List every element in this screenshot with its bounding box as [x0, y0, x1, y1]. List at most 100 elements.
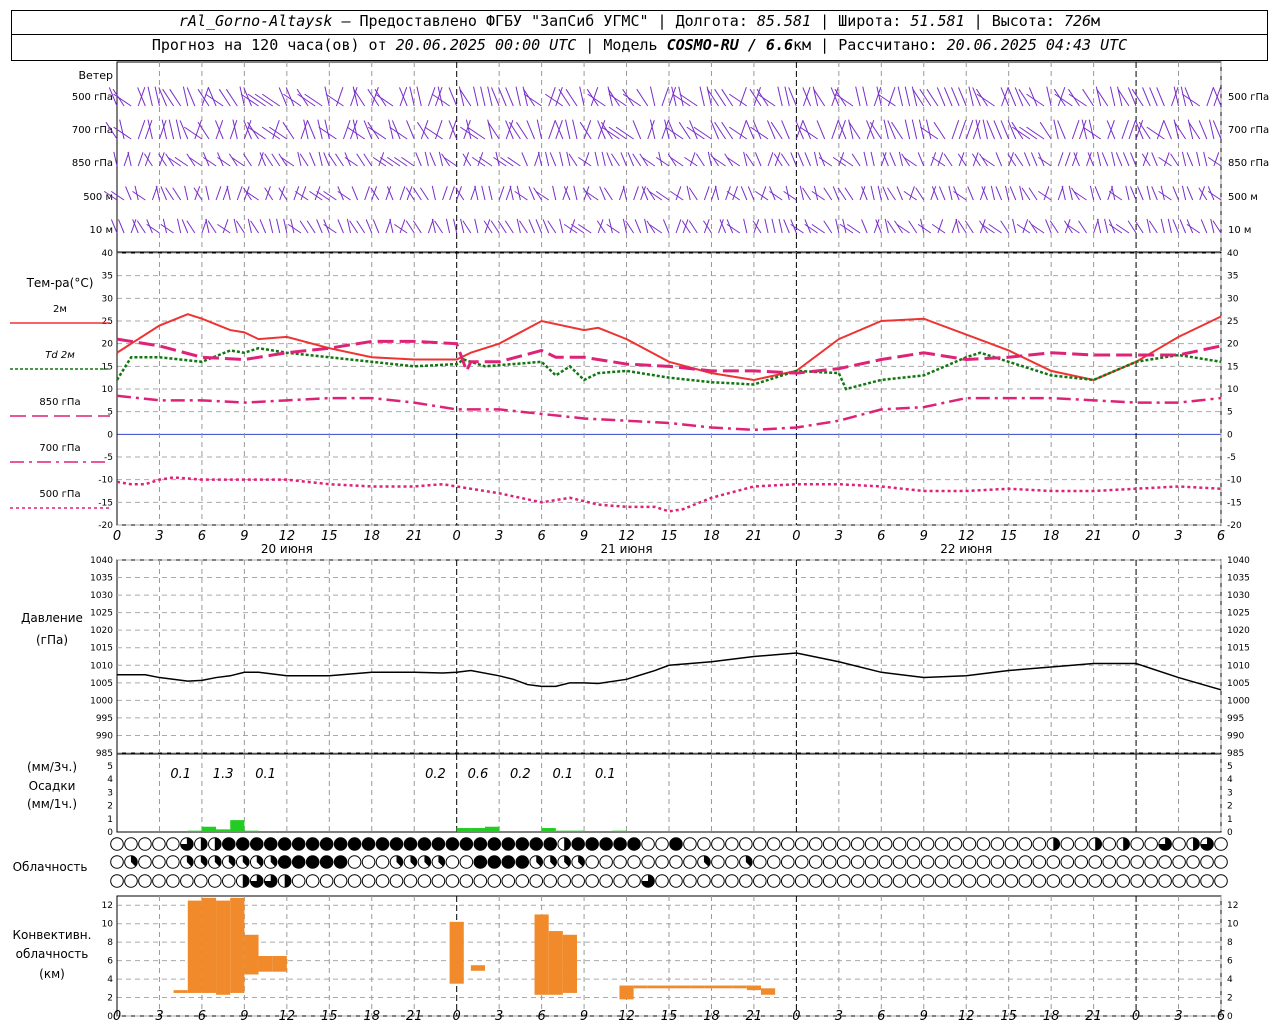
cloud-cover-symbol — [543, 874, 558, 888]
wind-barb — [917, 152, 925, 167]
cloud-cover-symbol — [375, 837, 390, 851]
wind-barb — [950, 87, 960, 107]
conv-cloud-bar — [449, 921, 464, 984]
cloud-cover-symbol — [767, 874, 781, 888]
wind-barb — [547, 220, 557, 234]
wind-barb — [573, 185, 578, 201]
cloud-cover-symbol — [1130, 874, 1144, 888]
cloud-cover-symbol — [641, 837, 655, 851]
precip-3h-label: 0.1 — [595, 767, 616, 782]
cloud-cover-symbol — [669, 874, 683, 888]
precip-ytick: 1 — [107, 815, 113, 825]
cloud-cover-symbol — [669, 837, 683, 851]
precip-ytick: 0 — [107, 828, 113, 838]
wind-barb — [202, 156, 217, 167]
cloud-cover-symbol — [529, 874, 544, 888]
cloud-cover-symbol — [599, 837, 613, 851]
pressure-ytick: 1020 — [90, 626, 113, 636]
x-hour-label-bottom: 0 — [792, 1009, 800, 1024]
cloud-cover-symbol — [1172, 855, 1186, 869]
x-hour-label: 15 — [661, 529, 678, 544]
wind-barb — [225, 88, 238, 107]
cloud-cover-symbol — [836, 837, 851, 851]
x-hour-label: 18 — [363, 529, 380, 544]
cloud-cover-symbol — [655, 855, 669, 869]
cloud-cover-symbol — [990, 837, 1005, 851]
temp-legend-label: 850 гПа — [39, 397, 80, 408]
pressure-ytick: 1000 — [90, 696, 113, 706]
wind-barb — [870, 185, 875, 201]
wind-barb — [743, 218, 748, 234]
cloud-cover-symbol — [501, 837, 516, 851]
wind-barb — [951, 120, 960, 140]
wind-barb — [915, 187, 925, 201]
wind-barb — [740, 186, 748, 201]
conv-cloud-bar — [173, 990, 188, 993]
cloud-cover-symbol — [1046, 874, 1061, 888]
wind-barb — [132, 190, 146, 201]
cloud-cover-symbol — [138, 837, 152, 851]
wind-barb — [887, 220, 896, 234]
cloud-cover-symbol — [277, 855, 292, 869]
cloud-cover-symbol — [739, 855, 753, 869]
wind-barb — [460, 126, 479, 140]
temp-legend-label: Td 2м — [45, 350, 75, 361]
wind-barb — [1026, 126, 1045, 140]
temp-ytick-right: 0 — [1227, 430, 1233, 440]
conv-cloud-bar — [718, 985, 733, 989]
cloud-cover-symbol — [1144, 874, 1158, 888]
precip-bar — [201, 826, 217, 832]
wind-barb — [162, 88, 175, 107]
wind-barb — [363, 153, 373, 167]
cloud-cover-symbol — [166, 855, 180, 869]
cloud-cover-symbol — [1046, 855, 1061, 869]
x-hour-label: 3 — [1174, 529, 1182, 544]
wind-barb — [424, 151, 429, 167]
wind-barb — [337, 219, 344, 234]
cloud-cover-symbol — [110, 855, 124, 869]
wind-barb — [226, 185, 231, 201]
cloud-cover-symbol — [1032, 874, 1047, 888]
cloud-cover-symbol — [920, 855, 935, 869]
precip-3h-label: 1.3 — [213, 767, 234, 782]
pressure-ytick-right: 1030 — [1227, 591, 1250, 601]
wind-barb — [570, 223, 585, 234]
wind-barb — [670, 156, 684, 167]
wind-level-label-right: 850 гПа — [1228, 158, 1269, 169]
cloud-cover-symbol — [683, 874, 697, 888]
wind-barb — [919, 88, 932, 107]
wind-barb — [861, 219, 868, 234]
wind-barb — [474, 218, 479, 234]
wind-barb — [982, 119, 988, 140]
cloud-cover-symbol — [697, 874, 711, 888]
wind-barb — [172, 187, 182, 201]
cloud-cover-symbol — [543, 837, 558, 851]
cloud-cover-symbol — [403, 855, 418, 869]
wind-barb — [995, 152, 1003, 167]
cloud-cover-symbol — [557, 855, 571, 869]
wind-barb — [846, 223, 861, 234]
cloud-cover-symbol — [822, 874, 837, 888]
wind-barb — [323, 190, 337, 201]
wind-barb — [634, 219, 642, 234]
wind-barb — [891, 121, 903, 140]
cloud-cover-symbol — [1004, 874, 1019, 888]
cloud-cover-symbol — [459, 837, 474, 851]
cloud-cover-symbol — [417, 837, 432, 851]
wind-barb — [601, 151, 606, 167]
x-hour-label-bottom: 0 — [1132, 1009, 1140, 1024]
pressure-ytick-right: 1020 — [1227, 626, 1250, 636]
x-hour-label: 0 — [453, 529, 461, 544]
wind-barb — [1186, 152, 1194, 167]
wind-barb — [427, 87, 436, 107]
wind-barb — [188, 156, 203, 167]
cloud-cover-symbol — [739, 837, 753, 851]
x-hour-label-bottom: 21 — [406, 1009, 423, 1024]
conv-ytick-right: 0 — [1227, 1012, 1233, 1022]
cloud-cover-symbol — [1172, 837, 1186, 851]
wind-barb — [986, 120, 996, 140]
cloud-cover-symbol — [725, 837, 739, 851]
wind-barb — [349, 220, 359, 234]
wind-barb — [487, 86, 493, 107]
wind-barb — [299, 153, 309, 167]
